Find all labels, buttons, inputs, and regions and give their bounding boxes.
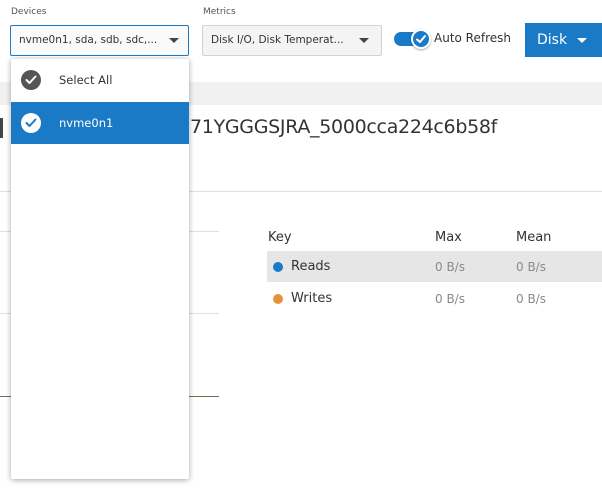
- dropdown-item-label: nvme0n1: [59, 116, 114, 130]
- chevron-down-icon: [169, 38, 179, 43]
- series-max: 0 B/s: [435, 292, 465, 306]
- key-header: Key: [268, 230, 292, 245]
- mean-header: Mean: [516, 230, 552, 245]
- series-max: 0 B/s: [435, 260, 465, 274]
- series-color-dot: [273, 294, 283, 304]
- series-mean: 0 B/s: [516, 260, 546, 274]
- title-accent-bar: [0, 118, 3, 138]
- checked-circle-icon: [21, 70, 41, 90]
- series-mean: 0 B/s: [516, 292, 546, 306]
- dropdown-item-select-all[interactable]: Select All: [11, 59, 189, 101]
- series-name: Writes: [291, 291, 333, 306]
- toggle-knob[interactable]: [411, 29, 431, 49]
- disk-button-label: Disk: [537, 32, 568, 48]
- metrics-label: Metrics: [203, 7, 236, 17]
- checked-circle-icon: [21, 113, 41, 133]
- series-name: Reads: [291, 259, 331, 274]
- check-icon: [416, 35, 426, 43]
- devices-select[interactable]: nvme0n1, sda, sdb, sdc,...: [10, 25, 189, 56]
- devices-select-value: nvme0n1, sda, sdb, sdc,...: [19, 34, 158, 46]
- dropdown-item-nvme0n1[interactable]: nvme0n1: [11, 102, 189, 144]
- auto-refresh-label: Auto Refresh: [434, 31, 511, 45]
- disk-button[interactable]: Disk: [525, 23, 602, 57]
- chevron-down-icon: [359, 38, 369, 43]
- chevron-down-icon: [577, 38, 587, 43]
- table-row[interactable]: Writes 0 B/s 0 B/s: [267, 283, 602, 314]
- series-color-dot: [273, 262, 283, 272]
- dropdown-item-label: Select All: [59, 73, 113, 87]
- metrics-select-value: Disk I/O, Disk Temperat...: [211, 34, 344, 46]
- max-header: Max: [435, 230, 462, 245]
- devices-label: Devices: [11, 7, 47, 17]
- devices-dropdown-menu: Select All nvme0n1: [11, 59, 189, 479]
- metrics-select[interactable]: Disk I/O, Disk Temperat...: [202, 25, 382, 56]
- device-title: 71YGGGSJRA_5000cca224c6b58f: [190, 116, 498, 138]
- table-row[interactable]: Reads 0 B/s 0 B/s: [267, 251, 602, 282]
